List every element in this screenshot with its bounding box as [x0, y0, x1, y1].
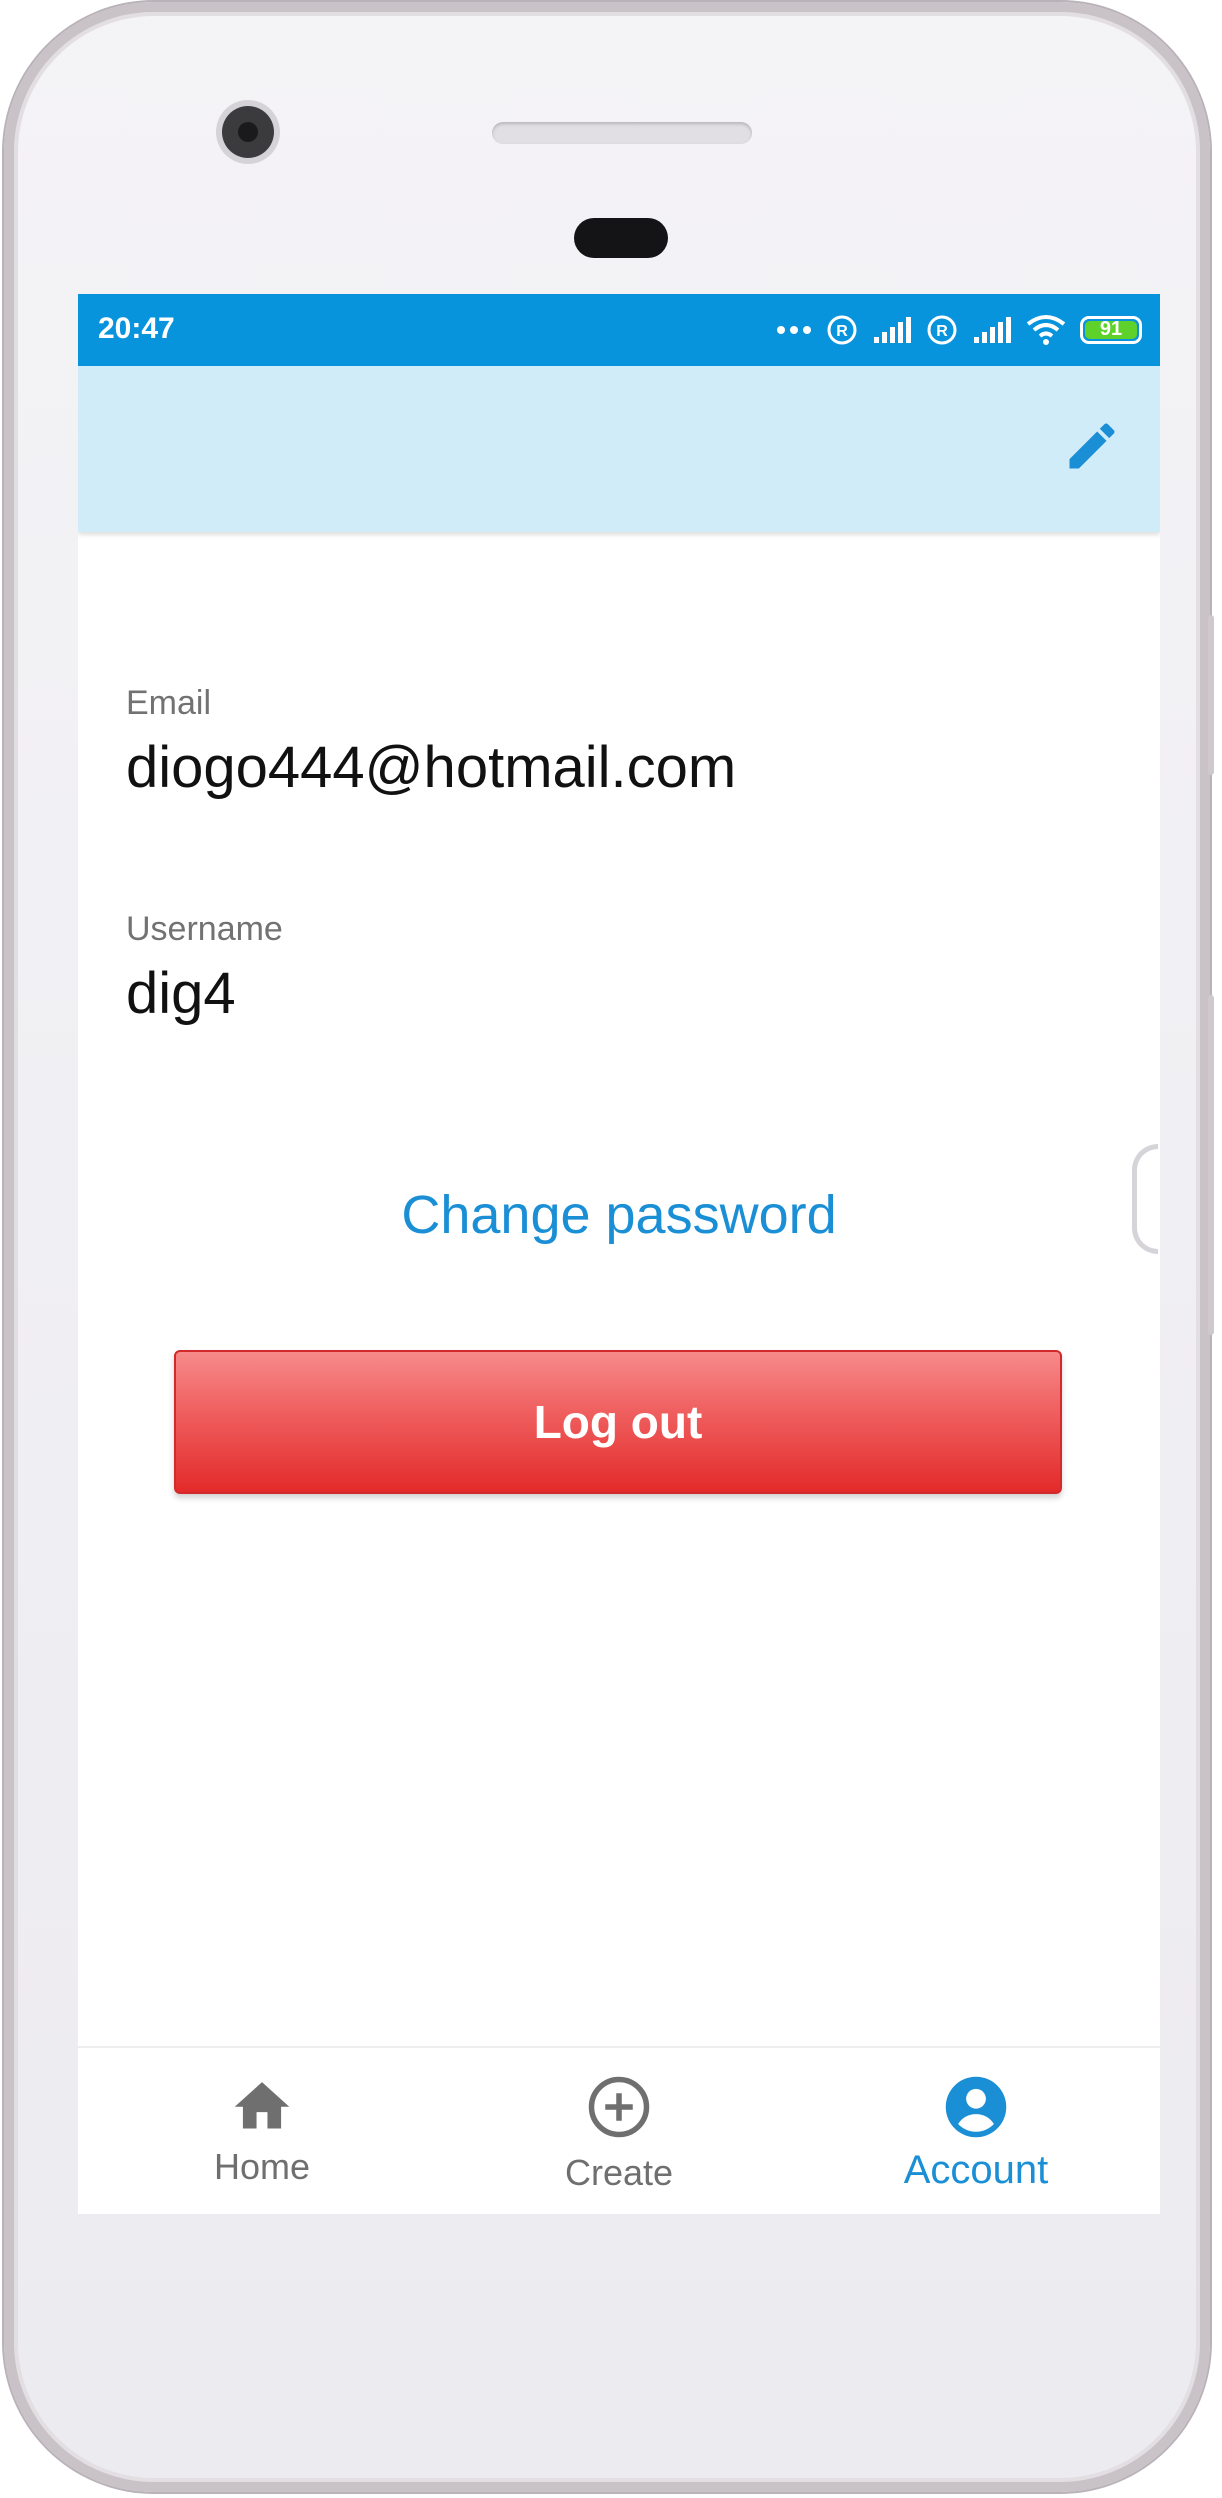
more-dots-icon — [777, 326, 811, 334]
battery-level: 91 — [1099, 318, 1123, 340]
proximity-sensor — [574, 218, 668, 258]
nav-item-home[interactable]: Home — [132, 2048, 392, 2214]
power-button — [1208, 995, 1214, 1335]
nav-label-create: Create — [564, 2152, 674, 2193]
bottom-navigation: Home Create Account — [78, 2046, 1160, 2214]
roaming-icon: R — [827, 315, 857, 345]
status-bar: 20:47 R R 91 — [78, 294, 1160, 366]
svg-text:R: R — [836, 323, 848, 340]
account-circle-icon — [945, 2076, 1007, 2138]
wifi-icon — [1026, 315, 1066, 345]
volume-button — [1208, 615, 1214, 775]
email-value: diogo444@hotmail.com — [126, 735, 737, 800]
pencil-icon — [1069, 423, 1115, 469]
nav-label-home: Home — [213, 2146, 311, 2187]
roaming-icon: R — [927, 315, 957, 345]
svg-text:R: R — [936, 323, 948, 340]
home-icon — [234, 2082, 290, 2129]
nav-label-account: Account — [903, 2148, 1049, 2192]
app-screen: 20:47 R R 91 Email diogo444@hotmail.com … — [78, 294, 1160, 2214]
battery-icon: 91 — [1080, 316, 1142, 344]
front-camera — [222, 106, 274, 158]
nav-item-account[interactable]: Account — [846, 2048, 1106, 2214]
app-bar — [78, 366, 1160, 532]
earpiece-speaker — [492, 122, 752, 144]
email-label: Email — [126, 684, 212, 722]
edit-button[interactable] — [1056, 410, 1128, 482]
username-value: dig4 — [126, 961, 236, 1026]
status-icons: R R 91 — [776, 308, 1142, 352]
logout-button[interactable]: Log out — [174, 1350, 1062, 1494]
change-password-link[interactable]: Change password — [78, 1184, 1160, 1246]
phone-frame: 20:47 R R 91 Email diogo444@hotmail.com … — [4, 2, 1210, 2492]
edge-handle[interactable] — [1132, 1144, 1158, 1254]
signal-icon — [974, 317, 1011, 343]
status-time: 20:47 — [98, 312, 175, 345]
signal-icon — [874, 317, 911, 343]
nav-item-create[interactable]: Create — [489, 2048, 749, 2214]
username-label: Username — [126, 910, 283, 948]
add-circle-icon — [588, 2076, 650, 2138]
